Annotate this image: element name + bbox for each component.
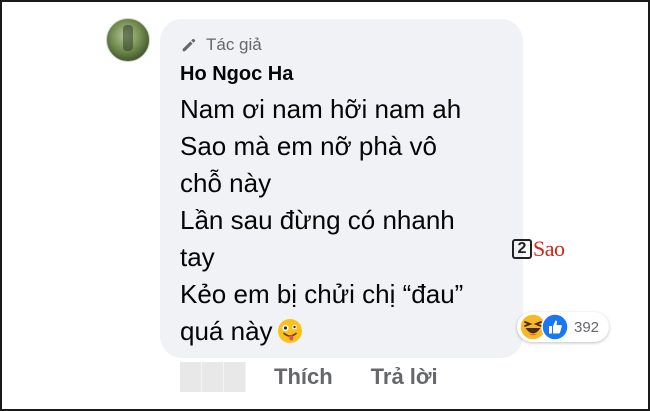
comment-line: Kẻo em bị chửi chị “đau” [180,279,464,309]
comment-line: chỗ này [180,168,272,198]
like-icon [541,313,569,341]
pencil-icon [182,38,196,52]
author-avatar[interactable] [106,18,150,62]
comment-line: Nam ơi nam hỡi nam ah [180,94,462,124]
comment-text: Nam ơi nam hỡi nam ah Sao mà em nỡ phà v… [180,91,510,350]
comment-line: tay [180,242,215,272]
comment-line-last: quá này [180,313,510,350]
comment-actions: Thích Trả lời [180,362,438,392]
like-button[interactable]: Thích [274,364,333,390]
author-badge-label: Tác giả [206,35,262,54]
blurred-timestamp [180,362,246,392]
comment-line-text: quá này [180,316,273,346]
comment-line: Lần sau đừng có nhanh [180,205,455,235]
zany-face-icon [277,319,302,343]
watermark-number: 2 [512,239,532,259]
comment-bubble: Tác giả Ho Ngoc Ha Nam ơi nam hỡi nam ah… [160,19,523,358]
author-name[interactable]: Ho Ngoc Ha [180,63,293,86]
reactions-summary[interactable]: 392 [517,312,610,342]
author-badge: Tác giả [180,35,262,55]
reply-button[interactable]: Trả lời [371,364,438,390]
watermark-text: Sao [533,236,565,261]
reaction-count: 392 [574,318,600,336]
watermark-2sao: 2 Sao [512,236,565,262]
comment-line: Sao mà em nỡ phà vô [180,131,437,161]
